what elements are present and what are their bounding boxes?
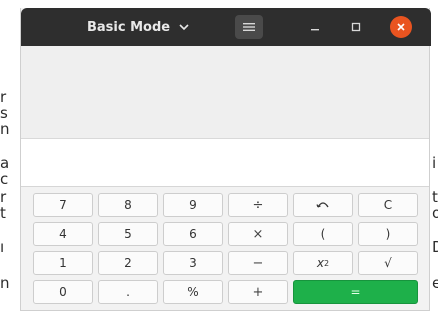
bg-char: a (0, 154, 10, 172)
maximize-icon (351, 22, 361, 32)
key-6[interactable]: 6 (163, 222, 223, 246)
bg-char: c (0, 170, 9, 188)
clear-button[interactable]: C (358, 193, 418, 217)
key-2[interactable]: 2 (98, 251, 158, 275)
bg-char: t (0, 204, 6, 222)
bg-char: s (0, 104, 8, 122)
open-paren-button[interactable]: ( (293, 222, 353, 246)
bg-char: D (432, 238, 438, 256)
divide-button[interactable]: ÷ (228, 193, 288, 217)
square-exponent: 2 (324, 258, 330, 268)
history-area (21, 46, 429, 139)
calculator-window: Basic Mode 7 8 9 ÷ C 4 5 6 × () 1 2 3 −… (20, 8, 431, 311)
undo-icon (316, 202, 329, 208)
hamburger-icon (243, 23, 255, 31)
chevron-down-icon (179, 24, 189, 31)
percent-button[interactable]: % (163, 280, 223, 304)
close-paren-button[interactable]: ) (358, 222, 418, 246)
bg-char: r (0, 88, 7, 106)
background-document-right: i t o D e (432, 0, 438, 311)
minimize-icon (311, 29, 319, 31)
bg-char: n (0, 274, 10, 292)
multiply-button[interactable]: × (228, 222, 288, 246)
key-7[interactable]: 7 (33, 193, 93, 217)
menu-button[interactable] (235, 15, 263, 39)
square-button[interactable]: x2 (293, 251, 353, 275)
subtract-button[interactable]: − (228, 251, 288, 275)
key-5[interactable]: 5 (98, 222, 158, 246)
undo-button[interactable] (293, 193, 353, 217)
equals-button[interactable]: = (293, 280, 418, 304)
square-base: x (316, 256, 324, 270)
background-document-left: r s n a c r t ı n (0, 0, 20, 311)
minimize-button[interactable] (305, 17, 325, 37)
key-9[interactable]: 9 (163, 193, 223, 217)
keypad: 7 8 9 ÷ C 4 5 6 × ( ) 1 2 3 − x2 √ 0 . %… (33, 193, 419, 309)
close-button[interactable] (390, 16, 412, 38)
expression-display[interactable] (21, 139, 429, 187)
maximize-button[interactable] (346, 17, 366, 37)
key-8[interactable]: 8 (98, 193, 158, 217)
mode-label: Basic Mode (87, 19, 171, 35)
key-1[interactable]: 1 (33, 251, 93, 275)
bg-char: i (432, 154, 437, 172)
bg-char: r (0, 188, 7, 206)
bg-char: t (432, 188, 438, 206)
bg-char: e (432, 274, 438, 292)
bg-char: n (0, 120, 10, 138)
title-bar: Basic Mode (21, 8, 431, 46)
sqrt-button[interactable]: √ (358, 251, 418, 275)
key-4[interactable]: 4 (33, 222, 93, 246)
add-button[interactable]: + (228, 280, 288, 304)
mode-selector-button[interactable]: Basic Mode (87, 17, 190, 37)
bg-char: o (432, 204, 438, 222)
bg-char: ı (0, 238, 5, 256)
close-icon (397, 23, 405, 31)
key-3[interactable]: 3 (163, 251, 223, 275)
key-0[interactable]: 0 (33, 280, 93, 304)
decimal-button[interactable]: . (98, 280, 158, 304)
